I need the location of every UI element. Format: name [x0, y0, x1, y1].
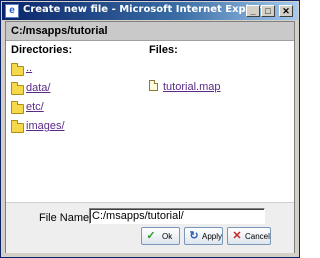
ok-button-label: Ok [162, 232, 173, 241]
close-button[interactable]: ✕ [279, 5, 293, 17]
directories-header: Directories: [11, 44, 73, 56]
minimize-button[interactable]: _ [246, 5, 260, 17]
window-title: Create new file - Microsoft Internet Exp… [23, 4, 273, 15]
path-bar: C:/msapps/tutorial [6, 22, 294, 41]
file-name-label: File Name: [39, 212, 93, 224]
current-path: C:/msapps/tutorial [11, 25, 108, 37]
files-header: Files: [149, 44, 178, 56]
create-new-file-window: e Create new file - Microsoft Internet E… [0, 0, 300, 258]
cancel-button[interactable]: ✕ Cancel [227, 227, 271, 245]
directory-link[interactable]: etc/ [26, 101, 44, 113]
maximize-button[interactable]: □ [261, 5, 275, 17]
directory-link[interactable]: .. [26, 62, 32, 74]
file-browser: C:/msapps/tutorial Directories: Files: .… [5, 21, 295, 253]
ok-button[interactable]: ✓ Ok [141, 227, 180, 245]
file-link[interactable]: tutorial.map [163, 81, 220, 93]
folder-icon [11, 120, 24, 133]
file-name-input[interactable] [89, 208, 265, 224]
check-icon: ✓ [146, 230, 156, 242]
refresh-icon: ↻ [189, 230, 199, 242]
apply-button-label: Apply [202, 232, 223, 241]
folder-icon [11, 101, 24, 114]
cancel-button-label: Cancel [245, 232, 270, 241]
title-bar[interactable]: e Create new file - Microsoft Internet E… [2, 2, 298, 20]
folder-icon [11, 63, 24, 76]
apply-button[interactable]: ↻ Apply [184, 227, 223, 245]
directory-link[interactable]: data/ [26, 82, 50, 94]
file-icon [149, 80, 158, 91]
x-icon: ✕ [232, 230, 242, 242]
ie-icon: e [5, 4, 19, 18]
folder-icon [11, 82, 24, 95]
directory-link[interactable]: images/ [26, 120, 65, 132]
filename-panel: File Name: ✓ Ok ↻ Apply ✕ Cancel [6, 202, 294, 253]
